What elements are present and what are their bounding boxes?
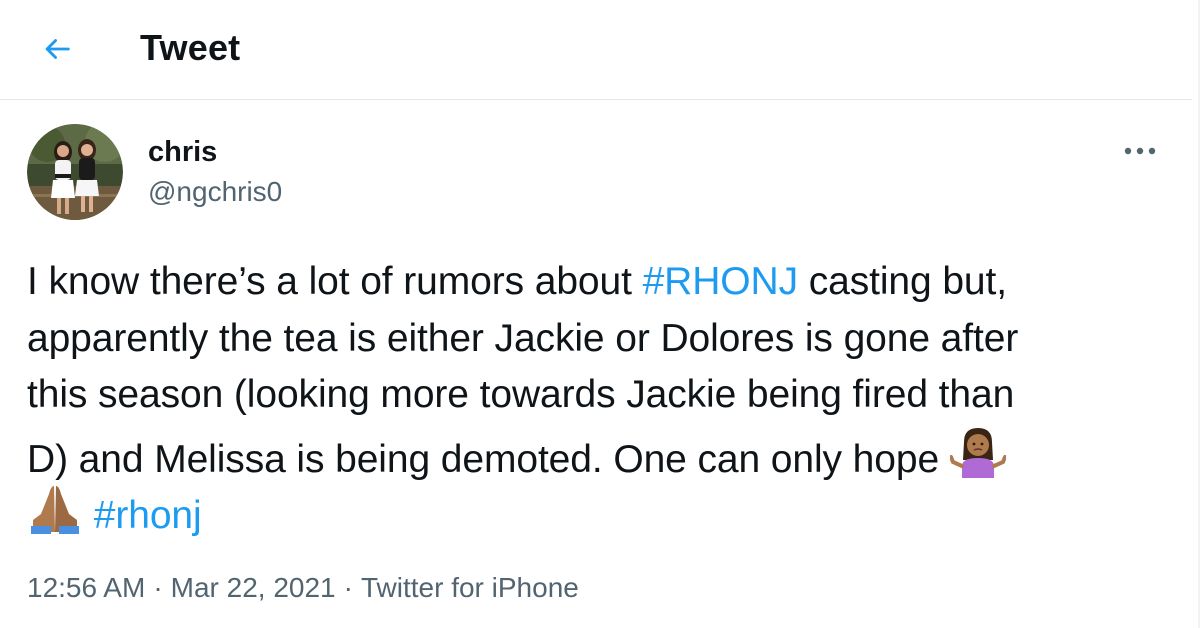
tweet-line: apparently the tea is either Jackie or D… — [27, 316, 1019, 360]
tweet-line: D) and Melissa is being demoted. One can… — [27, 424, 1177, 481]
tweet-date[interactable]: Mar 22, 2021 — [171, 572, 336, 603]
author-name[interactable]: chris — [148, 134, 217, 170]
tweet-time[interactable]: 12:56 AM — [27, 572, 145, 603]
separator: · — [153, 572, 163, 603]
shrugging-woman-emoji — [948, 424, 1007, 497]
arrow-left-icon — [45, 39, 70, 59]
avatar[interactable] — [27, 124, 123, 220]
tweet-text-segment: D) and Melissa is being demoted. One can… — [27, 437, 950, 481]
tweet-text: I know there’s a lot of rumors about #RH… — [27, 254, 1177, 537]
back-button[interactable] — [34, 26, 80, 72]
page-title: Tweet — [140, 27, 241, 68]
tweet-text-segment: I know there’s a lot of rumors about — [27, 260, 643, 303]
hashtag-link[interactable]: #RHONJ — [643, 260, 799, 303]
tweet-text-segment: casting but, — [797, 260, 1007, 303]
tweet-page: Tweet chris @ngchris0 I know there’s a l… — [0, 0, 1200, 628]
tweet-line: this season (looking more towards Jackie… — [27, 373, 1015, 416]
folded-hands-emoji — [27, 480, 83, 553]
tweet-line: I know there’s a lot of rumors about #RH… — [27, 254, 1177, 311]
profile-photo — [27, 124, 123, 220]
separator: · — [343, 572, 353, 603]
author-handle[interactable]: @ngchris0 — [148, 174, 282, 210]
tweet-metadata: 12:56 AM · Mar 22, 2021 · Twitter for iPhone — [27, 570, 579, 606]
more-options-button[interactable] — [1120, 136, 1160, 166]
page-header: Tweet — [0, 0, 1192, 100]
hashtag-link[interactable]: #rhonj — [94, 494, 202, 537]
more-horizontal-icon — [1124, 147, 1156, 155]
tweet-source[interactable]: Twitter for iPhone — [361, 572, 579, 603]
